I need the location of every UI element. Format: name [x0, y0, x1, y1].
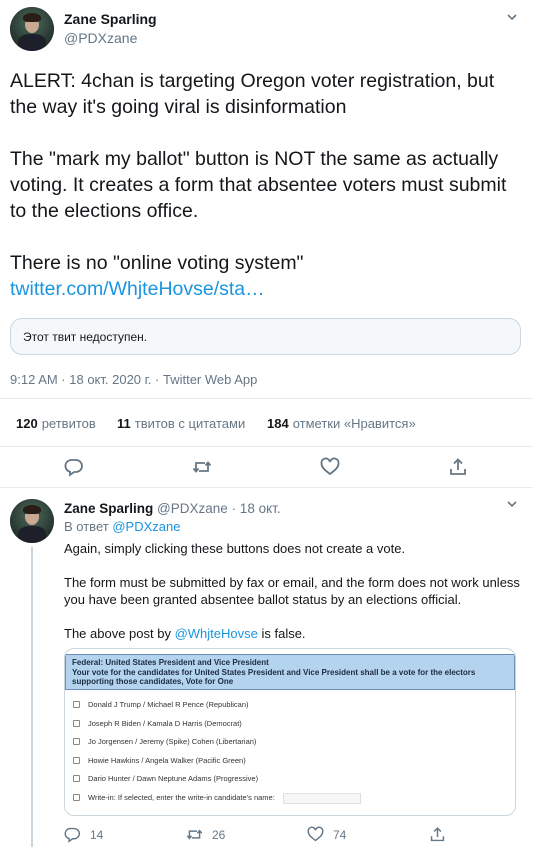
- ballot-instructions: supporting those candidates, Vote for On…: [72, 677, 234, 686]
- retweets-count: 120: [16, 416, 38, 431]
- ballot-option: Howie Hawkins / Angela Walker (Pacific G…: [73, 755, 503, 774]
- quotes-count: 11: [117, 416, 131, 431]
- reply-paragraph: Again, simply clicking these buttons doe…: [64, 541, 406, 556]
- reply-count: 14: [90, 828, 104, 842]
- ballot-option: Joseph R Biden / Kamala D Harris (Democr…: [73, 718, 503, 737]
- option-label: Write-in: If selected, enter the write-i…: [88, 792, 275, 802]
- checkbox: [73, 775, 80, 782]
- tweet-paragraph: ALERT: 4chan is targeting Oregon voter r…: [10, 70, 495, 118]
- retweets-stat[interactable]: 120 ретвитов: [16, 416, 96, 431]
- like-count: 74: [333, 828, 347, 842]
- like-icon[interactable]: [320, 457, 340, 477]
- reply-icon[interactable]: [64, 457, 84, 477]
- reply-header: Zane Sparling @PDXzane · 18 окт.: [64, 501, 281, 516]
- reply-text-part: is false.: [257, 626, 306, 641]
- ballot-option: Write-in: If selected, enter the write-i…: [73, 792, 503, 811]
- author-handle[interactable]: @PDXzane: [157, 501, 228, 516]
- quotes-label: твитов с цитатами: [134, 416, 246, 431]
- author-avatar[interactable]: [10, 499, 54, 543]
- retweet-count: 26: [212, 828, 226, 842]
- write-in-field: [283, 792, 361, 804]
- tweet-paragraph: There is no "online voting system": [10, 252, 304, 274]
- likes-stat[interactable]: 184 отметки «Нравится»: [267, 416, 416, 431]
- option-label: Jo Jorgensen / Jeremy (Spike) Cohen (Lib…: [88, 737, 257, 746]
- quotes-stat[interactable]: 11 твитов с цитатами: [117, 416, 245, 431]
- checkbox: [73, 738, 80, 745]
- tweet-date[interactable]: · 18 окт.: [232, 501, 281, 516]
- main-tweet: Zane Sparling @PDXzane ALERT: 4chan is t…: [0, 0, 533, 488]
- author-name[interactable]: Zane Sparling: [64, 501, 153, 516]
- checkbox: [73, 701, 80, 708]
- likes-count: 184: [267, 416, 289, 431]
- likes-label: отметки «Нравится»: [292, 416, 416, 431]
- author-handle[interactable]: @PDXzane: [64, 30, 137, 46]
- chevron-down-icon[interactable]: [505, 10, 519, 24]
- ballot-header: Federal: United States President and Vic…: [65, 654, 515, 690]
- option-label: Howie Hawkins / Angela Walker (Pacific G…: [88, 755, 246, 765]
- mention-link[interactable]: @WhjteHovse: [175, 626, 258, 641]
- option-label: Donald J Trump / Michael R Pence (Republ…: [88, 700, 249, 709]
- reply-text-part: The above post by: [64, 626, 175, 641]
- tweet-timestamp[interactable]: 9:12 AM · 18 окт. 2020 г. · Twitter Web …: [10, 372, 257, 387]
- ballot-option: Dario Hunter / Dawn Neptune Adams (Progr…: [73, 773, 503, 792]
- option-label: Dario Hunter / Dawn Neptune Adams (Progr…: [88, 774, 259, 783]
- ballot-instructions: Your vote for the candidates for United …: [72, 667, 476, 677]
- share-icon: [430, 827, 445, 842]
- thread-line: [31, 547, 33, 847]
- chevron-down-icon[interactable]: [505, 497, 519, 511]
- author-name[interactable]: Zane Sparling: [64, 11, 157, 27]
- checkbox: [73, 719, 80, 727]
- ballot-option: Donald J Trump / Michael R Pence (Republ…: [73, 699, 503, 718]
- retweets-label: ретвитов: [41, 416, 96, 431]
- checkbox: [73, 793, 80, 801]
- ballot-title: Federal: United States President and Vic…: [72, 658, 269, 667]
- reply-to-link[interactable]: @PDXzane: [112, 519, 180, 534]
- reply-text: Again, simply clicking these buttons doe…: [64, 540, 524, 642]
- tweet-text: ALERT: 4chan is targeting Oregon voter r…: [10, 68, 525, 302]
- reply-icon: [64, 827, 80, 843]
- reply-prefix: В ответ: [64, 519, 109, 534]
- author-avatar[interactable]: [10, 7, 54, 51]
- tweet-paragraph: The "mark my ballot" button is NOT the s…: [10, 148, 507, 222]
- ballot-image[interactable]: Federal: United States President and Vic…: [64, 648, 516, 816]
- replying-to: В ответ @PDXzane: [64, 519, 180, 534]
- tweet-link[interactable]: twitter.com/WhjteHovse/sta…: [10, 278, 265, 300]
- reply-paragraph: The above post by @WhjteHovse is false.: [64, 625, 524, 642]
- ballot-option: Jo Jorgensen / Jeremy (Spike) Cohen (Lib…: [73, 736, 503, 755]
- retweet-icon[interactable]: [192, 457, 212, 477]
- reply-actions: 14 26 74: [64, 826, 524, 846]
- share-icon[interactable]: [448, 457, 468, 477]
- checkbox: [73, 756, 80, 764]
- retweet-icon: [186, 829, 203, 840]
- like-icon: [307, 826, 324, 842]
- reply-paragraph: The form must be submitted by fax or ema…: [64, 575, 520, 607]
- option-label: Joseph R Biden / Kamala D Harris (Democr…: [88, 718, 242, 728]
- tweet-stats: 120 ретвитов 11 твитов с цитатами 184 отмет…: [0, 398, 533, 447]
- reply-tweet: Zane Sparling @PDXzane · 18 окт. В ответ…: [0, 489, 533, 853]
- ballot-options: Donald J Trump / Michael R Pence (Republ…: [73, 699, 503, 810]
- quoted-tweet-unavailable: Этот твит недоступен.: [10, 318, 521, 355]
